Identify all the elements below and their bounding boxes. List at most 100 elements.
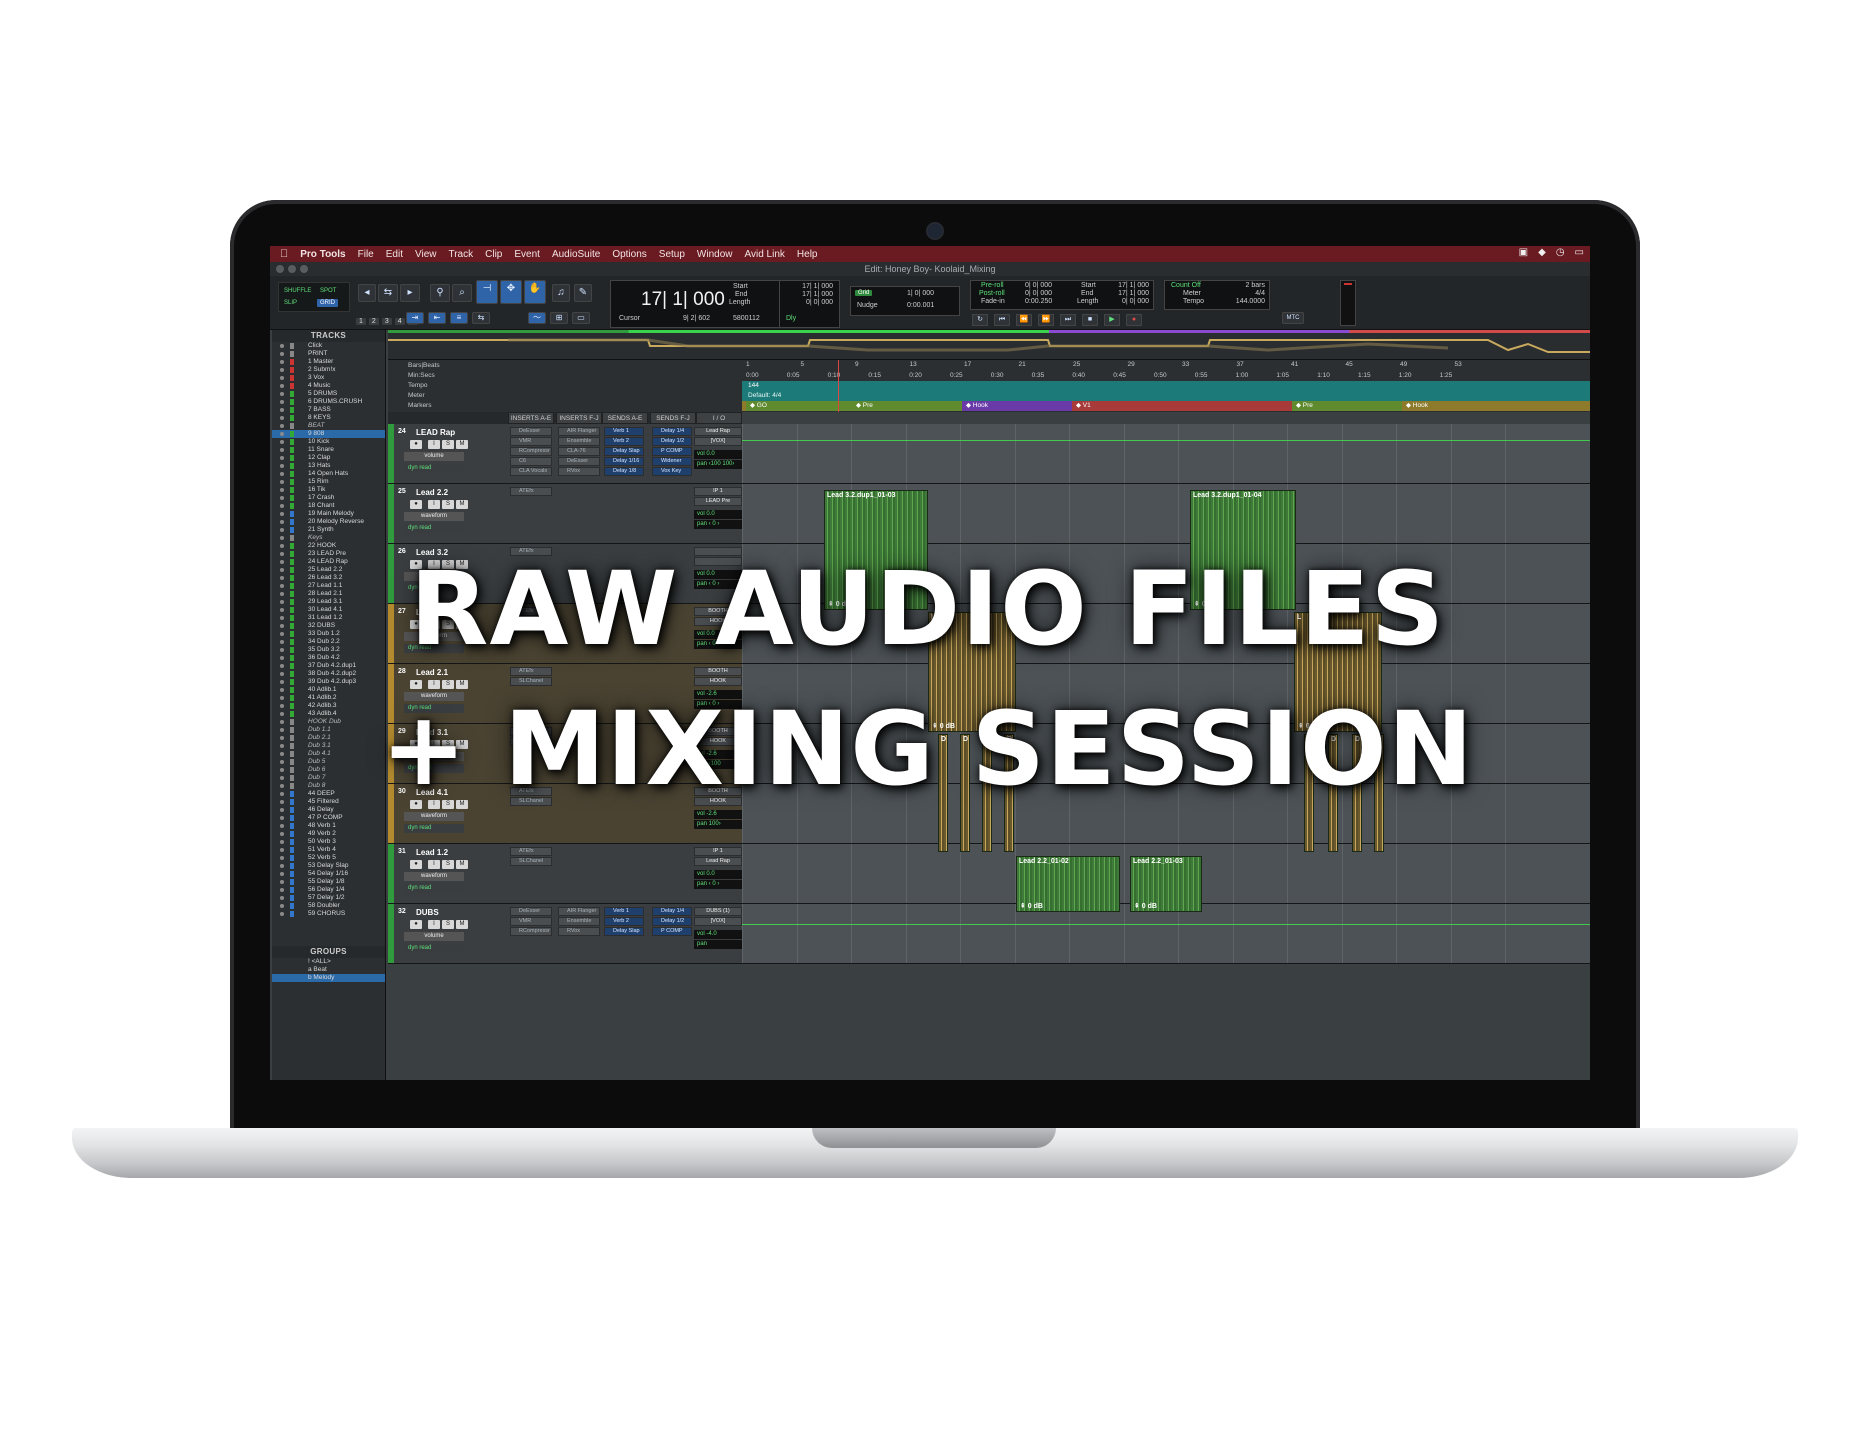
fadein-value[interactable]: 0:00.250 (1025, 298, 1052, 305)
automation-mode[interactable]: dyn read (404, 584, 464, 593)
marker-go[interactable]: ◆ GO (746, 401, 852, 411)
track-list-item[interactable]: 55 Delay 1/8 (272, 878, 385, 886)
show-hide-dot[interactable] (280, 744, 284, 748)
show-hide-dot[interactable] (280, 752, 284, 756)
track-list-item[interactable]: 37 Dub 4.2.dup1 (272, 662, 385, 670)
track-list-item[interactable]: 39 Dub 4.2.dup3 (272, 678, 385, 686)
automation-mode[interactable]: dyn read (404, 704, 464, 713)
audio-clip[interactable]: Lead 2.2_01-03 ⇞ 0 dB (1130, 856, 1202, 912)
track-list-item[interactable]: 24 LEAD Rap (272, 558, 385, 566)
track-list-item[interactable]: 57 Delay 1/2 (272, 894, 385, 902)
show-hide-dot[interactable] (280, 648, 284, 652)
send-slot[interactable]: Verb 1 (604, 907, 644, 916)
track-list-item[interactable]: 18 Chant (272, 502, 385, 510)
mirror-icon[interactable]: ≡ (450, 312, 468, 324)
scrubber-tool-icon[interactable]: ♫ (552, 284, 570, 302)
track-list-item[interactable]: Dub 8 (272, 782, 385, 790)
show-hide-dot[interactable] (280, 520, 284, 524)
track-header[interactable]: 29 Lead 3.1 ● I S Mwaveform dyn read ATEfx SLCha… (388, 724, 742, 783)
record-icon[interactable]: ● (1126, 314, 1142, 326)
insert-slot[interactable]: RCompressr (510, 447, 552, 456)
start-value[interactable]: 17| 1| 000 (802, 283, 833, 290)
track-list-item[interactable]: 43 Adlib.4 (272, 710, 385, 718)
show-hide-dot[interactable] (280, 472, 284, 476)
track-header[interactable]: 25 Lead 2.2 ● I S Mwaveform dyn read ATEfx IP 1L… (388, 484, 742, 543)
tempo-value[interactable]: 144.0000 (1236, 298, 1265, 305)
io-selector[interactable]: LEAD Pre (694, 497, 742, 506)
track-name[interactable]: DUBS (416, 908, 439, 917)
marker-hook[interactable]: ◆ Hook (1402, 401, 1590, 411)
insert-slot[interactable]: CLA Vocals (510, 467, 552, 476)
insert-slot[interactable]: ATEfx (510, 547, 552, 556)
show-hide-dot[interactable] (280, 864, 284, 868)
ffwd-icon[interactable]: ⏩ (1038, 314, 1054, 326)
show-hide-dot[interactable] (280, 464, 284, 468)
show-hide-dot[interactable] (280, 736, 284, 740)
menu-audiosuite[interactable]: AudioSuite (552, 249, 600, 260)
show-hide-dot[interactable] (280, 856, 284, 860)
stop-icon[interactable]: ■ (1082, 314, 1098, 326)
insert-slot[interactable]: SLChanel (510, 737, 552, 746)
apple-icon[interactable]:  (280, 248, 288, 260)
show-hide-dot[interactable] (280, 456, 284, 460)
send-slot[interactable]: Delay 1/8 (604, 467, 644, 476)
track-header[interactable]: 30 Lead 4.1 ● I S Mwaveform dyn read ATEfx SLCha… (388, 784, 742, 843)
insert-slot[interactable]: ATEfx (510, 787, 552, 796)
show-hide-dot[interactable] (280, 400, 284, 404)
show-hide-dot[interactable] (280, 512, 284, 516)
postroll-label[interactable]: Post-roll (979, 290, 1005, 297)
input-monitor-button[interactable]: I (428, 800, 440, 809)
show-hide-dot[interactable] (280, 416, 284, 420)
insert-slot[interactable]: RVox (558, 467, 600, 476)
show-hide-dot[interactable] (280, 696, 284, 700)
record-enable-button[interactable]: ● (410, 620, 422, 629)
track-list-item[interactable]: 8 KEYS (272, 414, 385, 422)
track-list-item[interactable]: 33 Dub 1.2 (272, 630, 385, 638)
io-selector[interactable] (694, 557, 742, 566)
track-list-item[interactable]: 28 Lead 2.1 (272, 590, 385, 598)
pan-readout[interactable]: pan (694, 940, 742, 949)
volume-readout[interactable]: vol 0.0 (694, 630, 742, 639)
record-enable-button[interactable]: ● (410, 860, 422, 869)
insert-slot[interactable]: VMR (510, 917, 552, 926)
show-hide-dot[interactable] (280, 848, 284, 852)
marker-pre[interactable]: ◆ Pre (852, 401, 962, 411)
show-hide-dot[interactable] (280, 728, 284, 732)
show-hide-dot[interactable] (280, 912, 284, 916)
show-hide-dot[interactable] (280, 376, 284, 380)
io-selector[interactable]: IP 1 (694, 847, 742, 856)
insert-slot[interactable]: Ensemble (558, 437, 600, 446)
track-list-item[interactable]: 15 Rim (272, 478, 385, 486)
length-value[interactable]: 0| 0| 000 (806, 299, 833, 306)
record-enable-button[interactable]: ● (410, 440, 422, 449)
insert-slot[interactable]: SLChanel (510, 677, 552, 686)
zoom-preset-1[interactable]: 1 (356, 318, 366, 325)
show-hide-dot[interactable] (280, 528, 284, 532)
audio-clip[interactable]: Lead 2.2_01-02 ⇞ 0 dB (1016, 856, 1120, 912)
show-hide-dot[interactable] (280, 504, 284, 508)
universe-overview[interactable] (388, 330, 1590, 360)
io-selector[interactable]: BOOTH (694, 787, 742, 796)
play-icon[interactable]: ▶ (1104, 314, 1120, 326)
show-hide-dot[interactable] (280, 576, 284, 580)
insert-slot[interactable]: C6 (510, 457, 552, 466)
audio-clip-fragment[interactable]: D (982, 734, 992, 852)
show-hide-dot[interactable] (280, 432, 284, 436)
pan-readout[interactable]: pan ‹ 0 › (694, 580, 742, 589)
postroll-value[interactable]: 0| 0| 000 (1025, 290, 1052, 297)
waveform-zoom-icon[interactable]: ⇆ (378, 284, 398, 302)
track-name[interactable]: Lead 3.2 (416, 548, 448, 557)
insert-slot[interactable]: DeEsser (558, 457, 600, 466)
insert-slot[interactable]: ATEfx (510, 667, 552, 676)
zoomer-icon[interactable]: ⚲ (430, 284, 450, 302)
track-list-item[interactable]: 10 Kick (272, 438, 385, 446)
show-hide-dot[interactable] (280, 880, 284, 884)
track-list-item[interactable]: Dub 6 (272, 766, 385, 774)
track-name[interactable]: LEAD Rap (416, 428, 455, 437)
pan-readout[interactable]: pan ‹100 100› (694, 460, 742, 469)
show-hide-dot[interactable] (280, 792, 284, 796)
record-enable-button[interactable]: ● (410, 500, 422, 509)
insert-slot[interactable]: RVox (558, 927, 600, 936)
track-list-item[interactable]: 5 DRUMS (272, 390, 385, 398)
track-list-item[interactable]: 36 Dub 4.2 (272, 654, 385, 662)
